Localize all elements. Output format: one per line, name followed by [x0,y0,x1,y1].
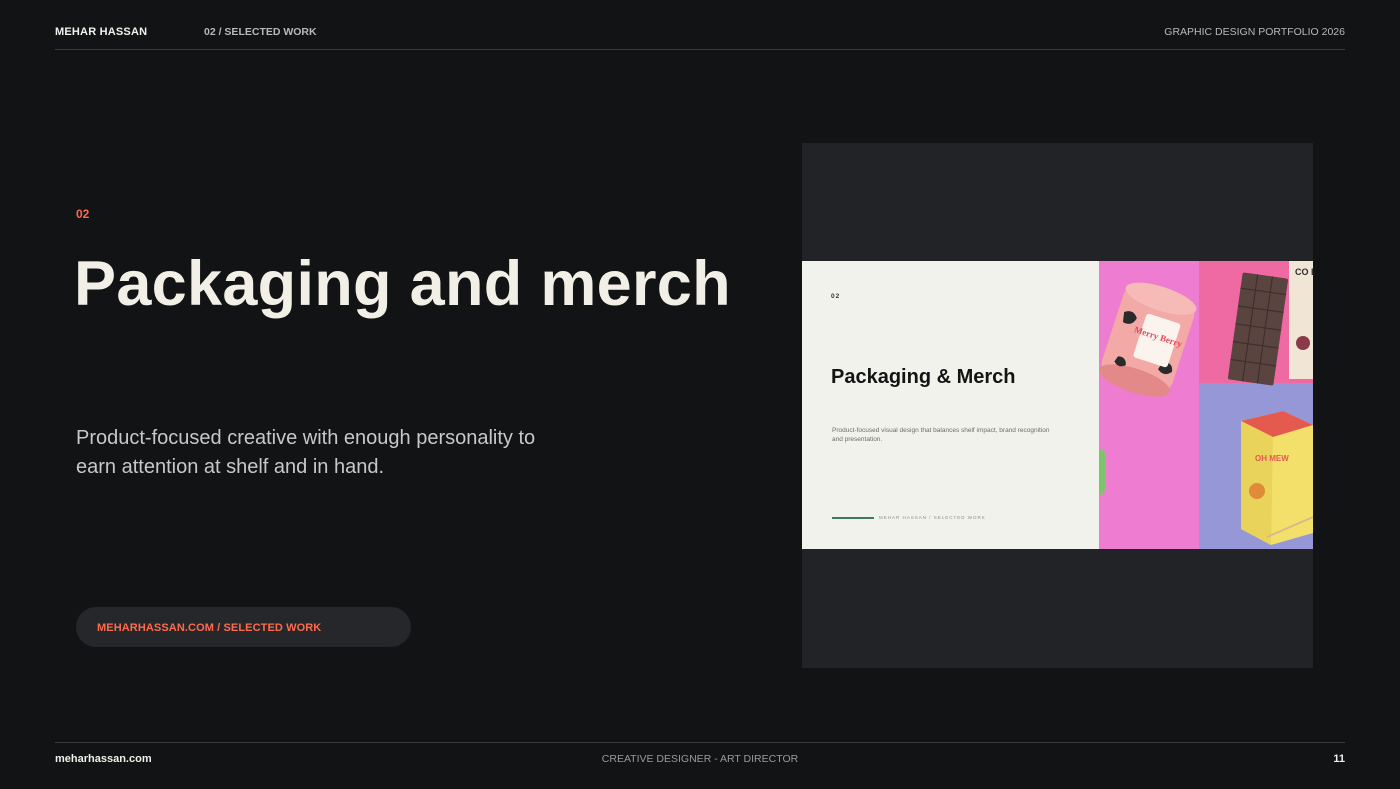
project-preview: 02 Packaging & Merch Product-focused vis… [802,143,1313,668]
page-description: Product-focused creative with enough per… [76,427,536,478]
section-number: 02 [76,207,90,221]
document-title: GRAPHIC DESIGN PORTFOLIO 2026 [1164,26,1345,38]
preview-description: Product-focused visual design that balan… [832,427,1050,443]
preview-footer: MEHAR HASSAN / SELECTED WORK [879,515,986,520]
preview-accent-line [832,517,874,519]
page-number: 11 [1333,753,1345,765]
noodle-box-icon: OH MEW [1241,411,1313,545]
green-accent-shape [1099,449,1105,495]
product-card-icon: CO LI [1289,261,1313,379]
preview-slide: 02 Packaging & Merch Product-focused vis… [802,261,1313,549]
role-label: CREATIVE DESIGNER - ART DIRECTOR [601,753,799,765]
preview-title: Packaging & Merch [831,366,1016,388]
preview-number: 02 [831,293,841,300]
svg-text:CO LI: CO LI [1295,267,1313,277]
packaging-photos: Merry Berry CO LI [1099,261,1313,549]
owner-name: MEHAR HASSAN [55,26,148,38]
bottom-bar: meharhassan.com CREATIVE DESIGNER - ART … [55,742,1345,789]
top-bar: MEHAR HASSAN 02 / SELECTED WORK GRAPHIC … [55,0,1345,50]
selected-work-link-label: MEHARHASSAN.COM / SELECTED WORK [97,622,322,634]
section-label: 02 / SELECTED WORK [204,26,317,38]
page-title: Packaging and merch [74,249,731,319]
svg-text:OH MEW: OH MEW [1255,454,1289,463]
selected-work-link[interactable]: MEHARHASSAN.COM / SELECTED WORK [76,607,411,647]
